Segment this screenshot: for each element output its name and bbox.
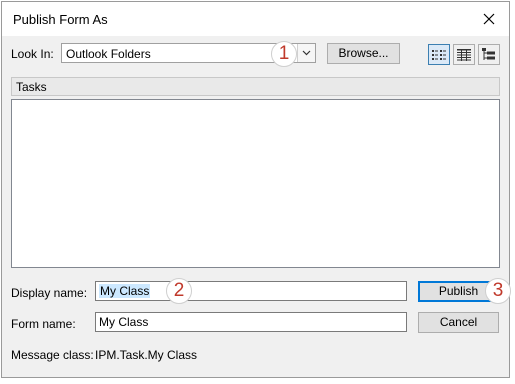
publish-form-dialog: Publish Form As Look In: Outlook Folders… (1, 1, 511, 378)
cancel-button[interactable]: Cancel (418, 312, 499, 333)
display-name-label: Display name: (11, 286, 88, 300)
form-name-value: My Class (99, 315, 149, 329)
close-icon (483, 13, 495, 25)
close-button[interactable] (475, 6, 503, 32)
callout-1: 1 (271, 41, 297, 67)
display-name-field[interactable]: My Class (95, 281, 407, 301)
folder-list-header-label: Tasks (16, 80, 47, 94)
callout-3: 3 (485, 278, 511, 304)
browse-button[interactable]: Browse... (327, 43, 400, 64)
message-class-value: IPM.Task.My Class (95, 348, 198, 362)
dropdown-arrow-button[interactable] (297, 44, 315, 62)
folder-list[interactable] (11, 99, 500, 268)
look-in-label: Look In: (11, 47, 54, 61)
folder-list-header: Tasks (11, 77, 500, 96)
list-view-icon (432, 49, 446, 60)
message-class-label: Message class: (11, 348, 94, 362)
chevron-down-icon (302, 50, 311, 56)
title-bar: Publish Form As (2, 2, 509, 36)
list-view-button[interactable] (428, 44, 450, 65)
tree-view-button[interactable] (478, 44, 500, 65)
look-in-value: Outlook Folders (66, 47, 151, 61)
callout-2: 2 (166, 278, 192, 304)
form-name-field[interactable]: My Class (95, 312, 407, 332)
dialog-title: Publish Form As (13, 12, 108, 27)
details-view-icon (457, 48, 471, 61)
form-name-label: Form name: (11, 317, 76, 331)
tree-view-icon (482, 48, 495, 60)
display-name-value: My Class (99, 284, 151, 298)
details-view-button[interactable] (453, 44, 475, 65)
